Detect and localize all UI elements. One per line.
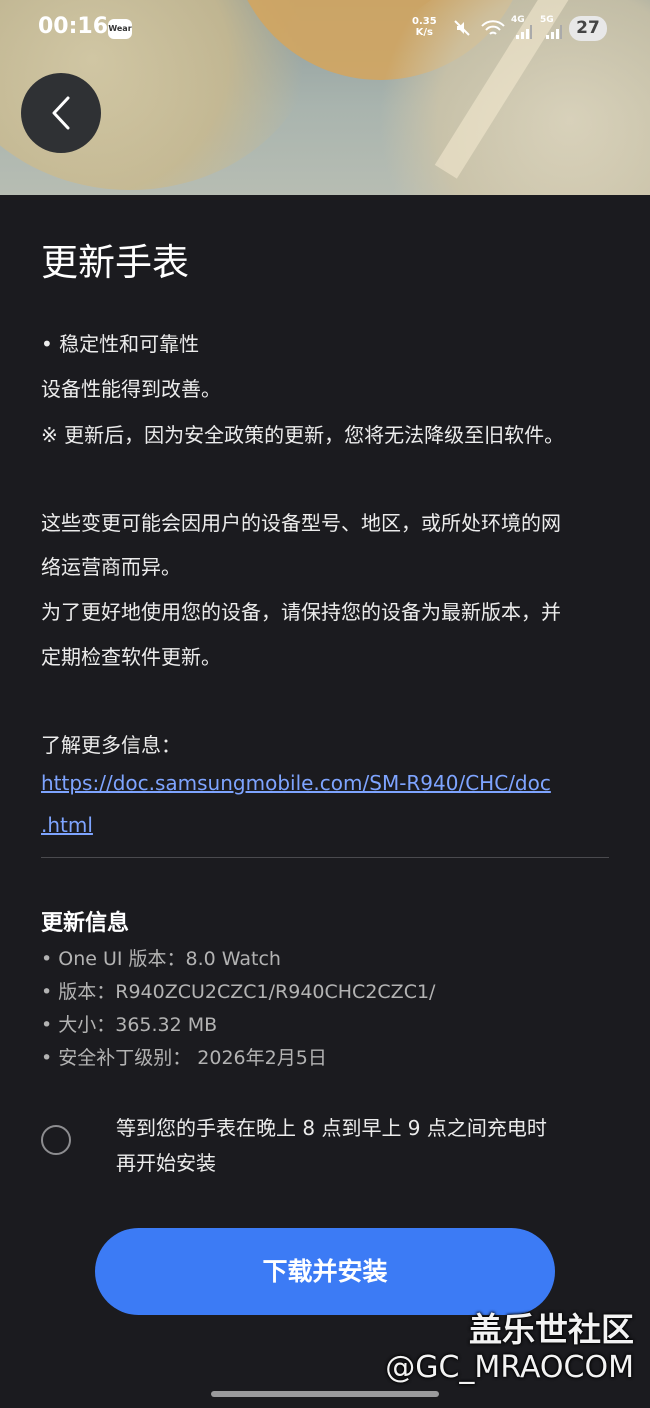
update-info-item: • 安全补丁级别： 2026年2月5日 (41, 1047, 327, 1069)
link-text[interactable]: https://doc.samsungmobile.com/SM-R940/CH… (41, 771, 551, 795)
more-info-label: 了解更多信息： (41, 733, 181, 757)
back-button[interactable] (21, 73, 101, 153)
battery-indicator: 27 (569, 16, 607, 41)
gesture-handle[interactable] (211, 1391, 439, 1397)
variation-note-line: 这些变更可能会因用户的设备型号、地区，或所处环境的网 (41, 511, 561, 535)
update-info-item: • 版本：R940ZCU2CZC1/R940CHC2CZC1/ (41, 981, 436, 1003)
variation-note-line: 络运营商而异。 (41, 555, 181, 579)
advice-line: 为了更好地使用您的设备，请保持您的设备为最新版本，并 (41, 600, 561, 624)
release-note-bullet: • 稳定性和可靠性 (41, 332, 200, 356)
wifi-icon (480, 18, 506, 42)
status-bar: 00:16 Wear 0.35 K/s 4G 5G 27 (0, 0, 650, 58)
advice-line: 定期检查软件更新。 (41, 645, 221, 669)
mute-icon (452, 18, 472, 42)
page-title: 更新手表 (41, 241, 189, 284)
release-note-text: 设备性能得到改善。 (41, 377, 221, 401)
wear-app-icon: Wear (108, 19, 132, 39)
status-time: 00:16 (38, 14, 109, 39)
download-install-button[interactable]: 下载并安装 (95, 1228, 555, 1315)
downgrade-warning: ※ 更新后，因为安全政策的更新，您将无法降级至旧软件。 (41, 423, 565, 447)
link-text[interactable]: .html (41, 813, 93, 837)
network-speed: 0.35 K/s (412, 16, 437, 38)
update-info-heading: 更新信息 (41, 911, 130, 936)
signal-bars-icon (515, 24, 533, 43)
install-option-label[interactable]: 再开始安装 (116, 1147, 216, 1176)
network-speed-unit: K/s (415, 27, 434, 38)
watermark-title: 盖乐世社区 (469, 1310, 634, 1349)
chevron-left-icon (49, 88, 73, 134)
update-info-item: • 大小：365.32 MB (41, 1014, 218, 1036)
divider (41, 857, 609, 858)
install-while-charging-radio[interactable] (41, 1125, 71, 1155)
watermark-handle: @GC_MRAOCOM (385, 1350, 634, 1385)
signal-bars-icon (545, 24, 563, 43)
network-speed-value: 0.35 (412, 16, 437, 27)
install-option-label[interactable]: 等到您的手表在晚上 8 点到早上 9 点之间充电时 (116, 1112, 547, 1141)
update-info-item: • One UI 版本：8.0 Watch (41, 948, 281, 970)
